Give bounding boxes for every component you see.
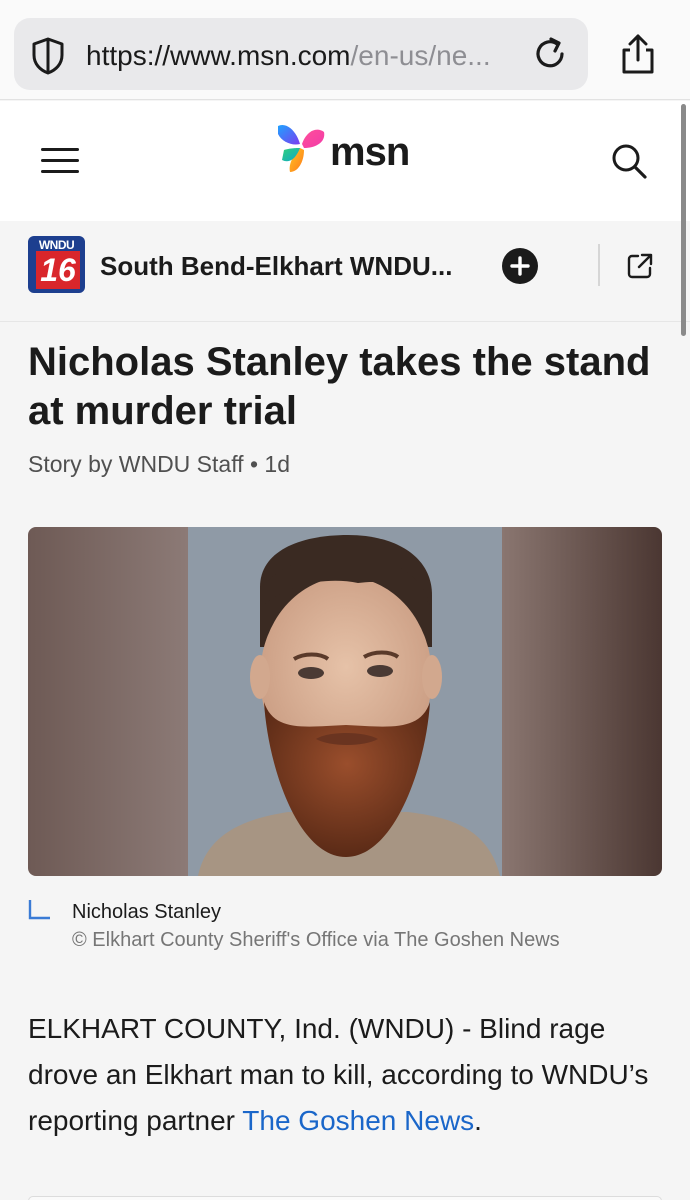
shield-icon[interactable] <box>30 36 66 76</box>
msn-wordmark: msn <box>330 130 410 174</box>
article-photo[interactable] <box>28 527 662 876</box>
image-caption: Nicholas Stanley <box>72 901 221 923</box>
goshen-news-link[interactable]: The Goshen News <box>242 1105 474 1136</box>
paragraph-end: . <box>474 1105 482 1136</box>
publisher-logo-wordmark: WNDU <box>38 238 75 252</box>
publisher-name[interactable]: South Bend-Elkhart WNDU... <box>100 248 480 284</box>
plus-icon <box>510 256 530 276</box>
msn-butterfly-icon <box>278 124 325 172</box>
caption-corner-icon <box>28 900 50 920</box>
scrollbar[interactable] <box>681 104 686 336</box>
image-credit: © Elkhart County Sheriff's Office via Th… <box>72 929 560 951</box>
article-paragraph: ELKHART COUNTY, Ind. (WNDU) - Blind rage… <box>28 1006 662 1144</box>
share-icon[interactable] <box>618 32 658 76</box>
url-text[interactable]: https://www.msn.com/en-us/ne... <box>86 36 516 76</box>
divider <box>598 244 600 286</box>
url-path: /en-us/ne... <box>350 40 491 71</box>
external-link-icon[interactable] <box>626 252 654 280</box>
next-card <box>28 1196 662 1200</box>
msn-logo[interactable]: msn <box>272 120 432 180</box>
page: https://www.msn.com/en-us/ne... msn WNDU… <box>0 0 690 1200</box>
follow-publisher-button[interactable] <box>502 248 538 284</box>
hamburger-icon[interactable] <box>40 146 80 176</box>
publisher-logo-number: 16 <box>36 251 80 289</box>
article-headline: Nicholas Stanley takes the stand at murd… <box>28 340 651 433</box>
reload-icon[interactable] <box>530 34 570 74</box>
search-icon[interactable] <box>610 142 648 180</box>
article-byline: Story by WNDU Staff • 1d <box>28 451 290 477</box>
publisher-logo[interactable]: WNDU 16 <box>28 236 85 293</box>
url-main: https://www.msn.com <box>86 40 351 71</box>
